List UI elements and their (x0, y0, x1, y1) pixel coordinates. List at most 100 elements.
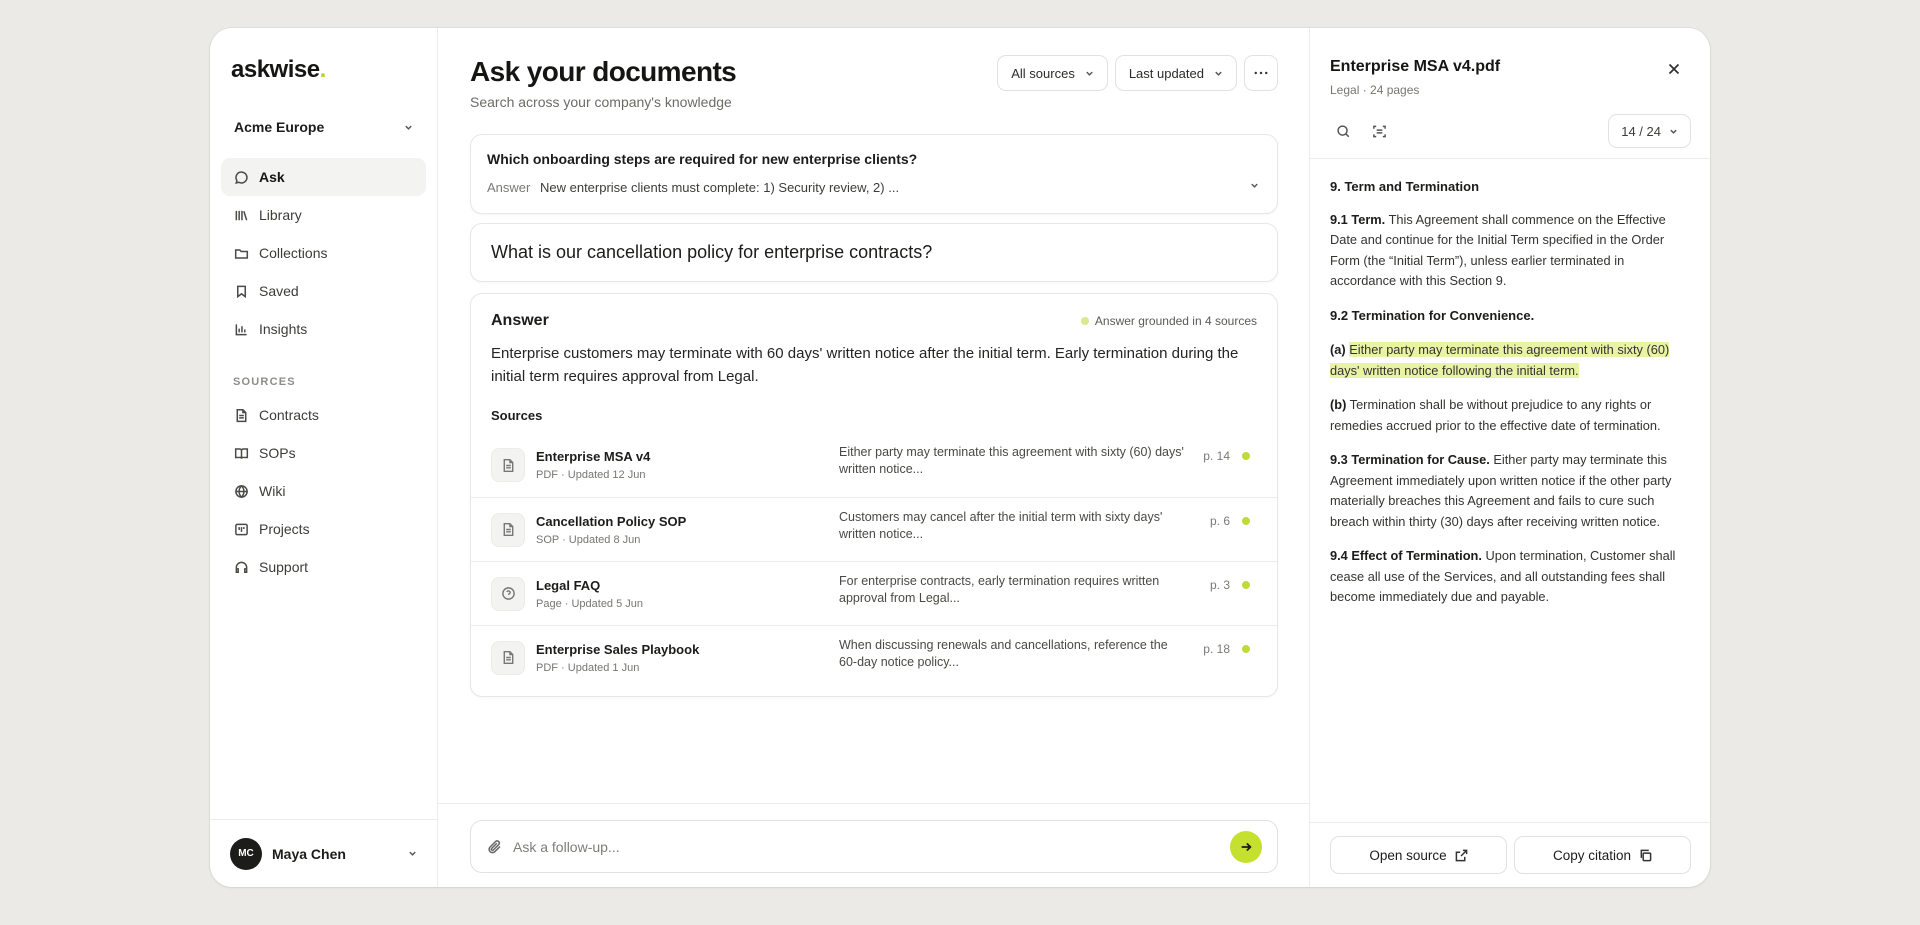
clause-9-1: 9.1 Term. This Agreement shall commence … (1330, 210, 1682, 292)
main-panel: Ask your documents Search across your co… (438, 28, 1310, 887)
current-question: What is our cancellation policy for ente… (470, 223, 1278, 282)
headset-icon (233, 559, 249, 575)
close-button[interactable] (1668, 62, 1680, 78)
previous-answer-preview: Answer New enterprise clients must compl… (487, 180, 1261, 195)
preview-header: Enterprise MSA v4.pdf Legal · 24 pages 1… (1310, 28, 1710, 159)
scan-text-icon (1372, 125, 1386, 137)
nav-item-saved[interactable]: Saved (221, 272, 426, 310)
app-window: askwise. Acme Europe Ask Library Collect… (210, 28, 1710, 887)
clause-9-4: 9.4 Effect of Termination. Upon terminat… (1330, 546, 1682, 608)
sort-dropdown[interactable]: Last updated (1114, 55, 1237, 91)
previous-question-card[interactable]: Which onboarding steps are required for … (470, 134, 1278, 214)
source-row[interactable]: Enterprise Sales Playbook PDF · Updated … (471, 625, 1277, 689)
sources-filter-dropdown[interactable]: All sources (997, 55, 1108, 91)
source-snippet: When discussing renewals and cancellatio… (839, 637, 1168, 669)
chevron-down-icon (405, 125, 412, 130)
more-options-button[interactable] (1244, 55, 1278, 91)
nav-item-ask[interactable]: Ask (221, 158, 426, 196)
main-nav: Ask Library Collections Saved Insights (210, 146, 437, 348)
scan-button[interactable] (1366, 118, 1392, 144)
nav-item-label: Collections (259, 245, 328, 261)
source-snippet: Customers may cancel after the initial t… (839, 509, 1163, 541)
document-preview-panel: Enterprise MSA v4.pdf Legal · 24 pages 1… (1310, 28, 1710, 887)
clause-text: Termination shall be without prejudice t… (1330, 397, 1661, 433)
clause-label: 9.4 Effect of Termination. (1330, 548, 1482, 563)
preview-title: Enterprise MSA v4.pdf (1330, 58, 1501, 75)
open-source-button[interactable]: Open source (1330, 836, 1507, 874)
workspace-name: Acme Europe (234, 119, 325, 135)
sources-section-label: SOURCES (233, 376, 296, 388)
logo-dot: . (319, 56, 327, 83)
bookmark-icon (233, 283, 249, 299)
workspace-switcher[interactable]: Acme Europe (222, 108, 425, 146)
preview-meta: Legal · 24 pages (1330, 83, 1420, 97)
document-icon (491, 512, 525, 547)
sources-filter-value: All sources (1011, 65, 1075, 81)
nav-item-insights[interactable]: Insights (221, 310, 426, 348)
previous-answer-label: Answer (487, 180, 531, 195)
clause-label: 9.1 Term. (1330, 211, 1386, 227)
grounded-status-dot (1080, 317, 1089, 325)
clause-9-3: 9.3 Termination for Cause. Either party … (1330, 450, 1682, 532)
search-button[interactable] (1330, 118, 1356, 144)
more-horizontal-icon (1254, 71, 1268, 75)
chevron-down-icon (1215, 71, 1222, 76)
source-row[interactable]: Cancellation Policy SOP SOP · Updated 8 … (471, 497, 1277, 561)
grounded-text: Answer grounded in 4 sources (1094, 314, 1257, 328)
source-row[interactable]: Legal FAQ Page · Updated 5 Jun For enter… (471, 561, 1277, 625)
answer-card: Answer Answer grounded in 4 sources Ente… (470, 293, 1278, 697)
source-row[interactable]: Enterprise MSA v4 PDF · Updated 12 Jun E… (471, 433, 1277, 497)
nav-item-label: Wiki (259, 483, 286, 499)
sources-heading: Sources (491, 408, 543, 423)
nav-item-sops[interactable]: SOPs (221, 434, 426, 472)
document-icon (233, 407, 249, 423)
source-name: Cancellation Policy SOP (536, 513, 687, 529)
copy-citation-button[interactable]: Copy citation (1514, 836, 1691, 874)
composer-area (438, 803, 1309, 887)
document-icon (491, 640, 525, 675)
source-status-dot (1242, 644, 1250, 653)
search-icon (1336, 124, 1349, 137)
arrow-right-icon (1241, 842, 1252, 851)
chevron-down-icon (1670, 129, 1677, 134)
kanban-icon (233, 521, 249, 537)
logo[interactable]: askwise. (210, 28, 437, 108)
clause-9-2-a: (a) Either party may terminate this agre… (1330, 340, 1682, 381)
user-menu[interactable]: MC Maya Chen (210, 819, 437, 887)
source-info: Cancellation Policy SOP SOP · Updated 8 … (536, 514, 839, 546)
composer (470, 820, 1278, 873)
nav-item-contracts[interactable]: Contracts (221, 396, 426, 434)
nav-item-wiki[interactable]: Wiki (221, 472, 426, 510)
send-button[interactable] (1230, 830, 1262, 863)
source-info: Legal FAQ Page · Updated 5 Jun (536, 578, 839, 610)
nav-item-label: Ask (259, 169, 285, 185)
clause-9-2-heading: 9.2 Termination for Convenience. (1330, 307, 1535, 323)
nav-item-label: Projects (259, 521, 310, 537)
previous-answer-text: New enterprise clients must complete: 1)… (539, 180, 900, 195)
page-selector[interactable]: 14 / 24 (1608, 114, 1691, 148)
nav-item-label: SOPs (259, 445, 296, 461)
nav-item-label: Saved (259, 283, 299, 299)
book-icon (233, 445, 249, 461)
source-snippet: For enterprise contracts, early terminat… (839, 573, 1160, 605)
bar-chart-icon (233, 321, 249, 337)
copy-icon (1640, 849, 1652, 861)
follow-up-input[interactable] (513, 838, 1230, 855)
clause-label: (b) (1330, 397, 1347, 412)
expand-chevron-icon[interactable] (1250, 181, 1259, 190)
nav-item-library[interactable]: Library (221, 196, 426, 234)
source-name: Legal FAQ (536, 577, 601, 593)
grounded-badge: Answer grounded in 4 sources (1080, 314, 1257, 328)
preview-toolbar: 14 / 24 (1330, 114, 1691, 148)
nav-item-projects[interactable]: Projects (221, 510, 426, 548)
nav-item-label: Library (259, 207, 302, 223)
source-status-dot (1242, 580, 1250, 589)
paperclip-icon[interactable] (487, 839, 503, 855)
preview-document-body: 9. Term and Termination 9.1 Term. This A… (1310, 159, 1710, 608)
page-indicator: 14 / 24 (1621, 123, 1661, 139)
section-heading: 9. Term and Termination (1330, 179, 1480, 194)
nav-item-support[interactable]: Support (221, 548, 426, 586)
copy-citation-label: Copy citation (1552, 847, 1632, 863)
highlighted-citation: Either party may terminate this agreemen… (1330, 342, 1670, 378)
nav-item-collections[interactable]: Collections (221, 234, 426, 272)
